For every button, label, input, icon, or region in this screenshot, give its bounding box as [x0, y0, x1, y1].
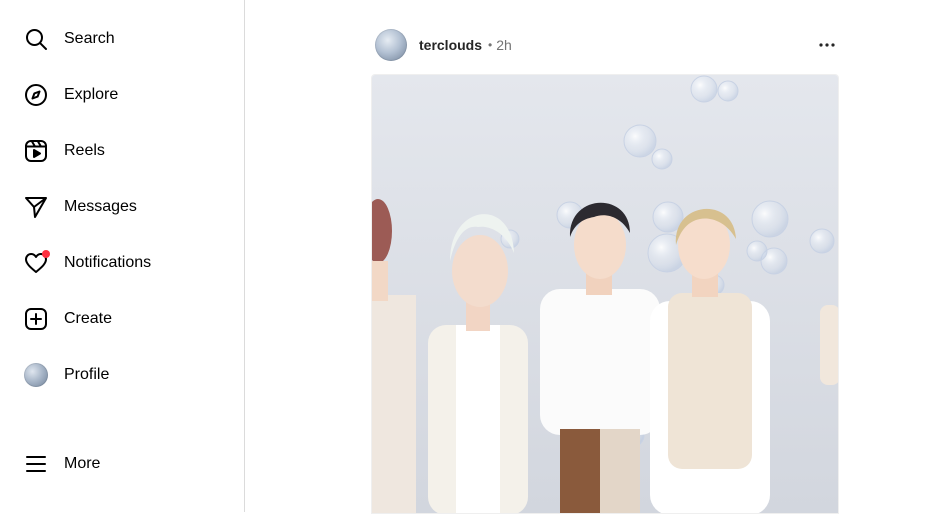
compass-icon — [24, 83, 48, 107]
sidebar-item-label: Explore — [64, 86, 119, 103]
reels-icon — [24, 139, 48, 163]
feed: terclouds • 2h — [245, 0, 944, 514]
hamburger-icon — [24, 452, 48, 476]
post-header: terclouds • 2h — [371, 29, 839, 61]
plus-square-icon — [24, 307, 48, 331]
post-separator: • — [488, 38, 493, 52]
sidebar-item-label: Notifications — [64, 254, 152, 271]
post-image[interactable] — [371, 74, 839, 514]
more-options-icon[interactable] — [815, 33, 839, 57]
sidebar-item-search[interactable]: Search — [12, 15, 232, 63]
avatar — [24, 363, 48, 387]
sidebar-item-label: Profile — [64, 366, 110, 383]
sidebar-item-label: Search — [64, 30, 115, 47]
post-avatar[interactable] — [375, 29, 407, 61]
post-timestamp[interactable]: 2h — [496, 37, 512, 53]
heart-icon — [24, 250, 50, 275]
sidebar-item-profile[interactable]: Profile — [12, 351, 232, 399]
search-icon — [24, 27, 48, 51]
sidebar-item-notifications[interactable]: Notifications — [12, 239, 232, 287]
sidebar-item-label: Create — [64, 310, 113, 327]
sidebar-item-more[interactable]: More — [12, 440, 232, 488]
sidebar-item-create[interactable]: Create — [12, 295, 232, 343]
sidebar-item-label: Reels — [64, 142, 105, 159]
sidebar-item-explore[interactable]: Explore — [12, 71, 232, 119]
sidebar-item-label: More — [64, 455, 101, 472]
notification-badge — [42, 250, 50, 258]
sidebar-item-messages[interactable]: Messages — [12, 183, 232, 231]
paper-plane-icon — [24, 195, 48, 219]
sidebar-item-reels[interactable]: Reels — [12, 127, 232, 175]
sidebar-item-label: Messages — [64, 198, 137, 215]
post-username[interactable]: terclouds — [419, 37, 482, 53]
sidebar-nav: Search Explore Reels Messages Notificati… — [0, 0, 245, 512]
